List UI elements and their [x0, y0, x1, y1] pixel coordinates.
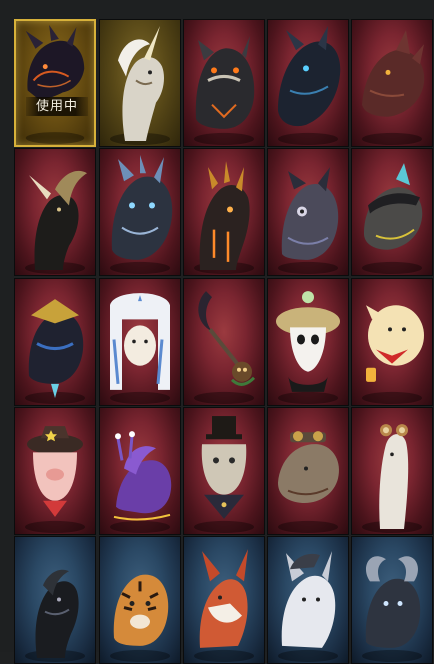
mount-armored-owl-card[interactable]: [267, 148, 349, 276]
mount-panda-straw-hat-card[interactable]: [267, 278, 349, 406]
dark-drake-icon: [268, 20, 348, 146]
mount-crescent-staff-card[interactable]: [183, 278, 265, 406]
mount-alpaca-goggles-card[interactable]: [351, 407, 433, 535]
red-fox-icon: [184, 537, 264, 663]
armored-owl-icon: [268, 149, 348, 275]
mount-steampunk-hedgehog-card[interactable]: [267, 407, 349, 535]
tiger-icon: [100, 537, 180, 663]
steampunk-hedgehog-icon: [268, 408, 348, 534]
mount-dark-blue-drake-card[interactable]: [267, 19, 349, 147]
mount-white-unicorn-card[interactable]: [99, 19, 181, 147]
mount-grid: 使用中: [0, 0, 434, 664]
mount-red-fox-card[interactable]: [183, 536, 265, 664]
white-wolf-icon: [268, 537, 348, 663]
mount-black-dragon-equipped-card[interactable]: 使用中: [14, 19, 96, 147]
mount-fire-armored-beast-card[interactable]: [183, 148, 265, 276]
black-horse-icon: [15, 537, 95, 663]
alpaca-goggles-icon: [352, 408, 432, 534]
mount-gentleman-cat-card[interactable]: [183, 407, 265, 535]
crescent-staff-icon: [184, 279, 264, 405]
mount-purple-snail-card[interactable]: [99, 407, 181, 535]
red-drake-icon: [352, 20, 432, 146]
gentleman-cat-icon: [184, 408, 264, 534]
mount-pig-sheriff-hat-card[interactable]: [14, 407, 96, 535]
silver-dragon-icon: [100, 149, 180, 275]
armored-raptor-icon: [352, 149, 432, 275]
mount-samurai-black-beast-card[interactable]: [14, 278, 96, 406]
mount-white-furry-ushanka-card[interactable]: [99, 278, 181, 406]
dark-ram-icon: [352, 537, 432, 663]
mount-yellow-chick-lantern-card[interactable]: [351, 278, 433, 406]
mount-black-horse-card[interactable]: [14, 536, 96, 664]
mount-dark-ram-card[interactable]: [351, 536, 433, 664]
in-use-badge: 使用中: [26, 97, 88, 116]
white-furry-hat-icon: [100, 279, 180, 405]
mount-white-wolf-card[interactable]: [267, 536, 349, 664]
mount-tiger-card[interactable]: [99, 536, 181, 664]
mount-red-drake-card[interactable]: [351, 19, 433, 147]
mount-armored-black-boar-card[interactable]: [183, 19, 265, 147]
panda-straw-hat-icon: [268, 279, 348, 405]
samurai-beast-icon: [15, 279, 95, 405]
pig-sheriff-icon: [15, 408, 95, 534]
black-dragon-icon: [16, 21, 94, 145]
mount-armored-raptor-card[interactable]: [351, 148, 433, 276]
mount-black-unicorn-card[interactable]: [14, 148, 96, 276]
fire-beast-icon: [184, 149, 264, 275]
mount-silver-blue-dragon-card[interactable]: [99, 148, 181, 276]
black-unicorn-icon: [15, 149, 95, 275]
white-unicorn-icon: [100, 20, 180, 146]
chick-lantern-icon: [352, 279, 432, 405]
purple-snail-icon: [100, 408, 180, 534]
armored-boar-icon: [184, 20, 264, 146]
